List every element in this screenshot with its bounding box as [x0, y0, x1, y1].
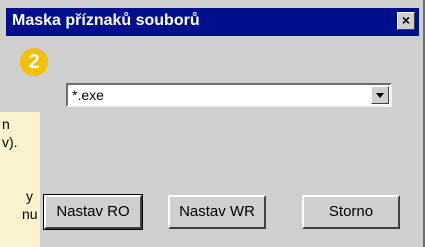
mask-combobox[interactable]: *.exe	[66, 83, 392, 107]
dialog-title: Maska příznaků souborů	[12, 12, 200, 29]
note-line-4: y	[26, 188, 33, 204]
title-bar[interactable]: Maska příznaků souborů ×	[6, 8, 419, 36]
file-attribute-mask-dialog: Maska příznaků souborů × 2 *.exe n v). y…	[0, 0, 425, 247]
mask-value[interactable]: *.exe	[72, 87, 104, 103]
step-number-badge: 2	[20, 48, 48, 76]
dropdown-arrow-icon[interactable]	[371, 86, 389, 104]
set-wr-button[interactable]: Nastav WR	[168, 195, 266, 229]
note-line-5: nu	[22, 206, 38, 222]
close-button[interactable]: ×	[397, 12, 415, 30]
side-note-panel: n v). y nu	[0, 112, 40, 247]
note-line-1: n	[2, 116, 10, 132]
close-icon: ×	[401, 12, 411, 28]
note-line-2: v).	[2, 134, 18, 150]
cancel-button[interactable]: Storno	[302, 195, 400, 229]
set-ro-button[interactable]: Nastav RO	[43, 194, 143, 230]
